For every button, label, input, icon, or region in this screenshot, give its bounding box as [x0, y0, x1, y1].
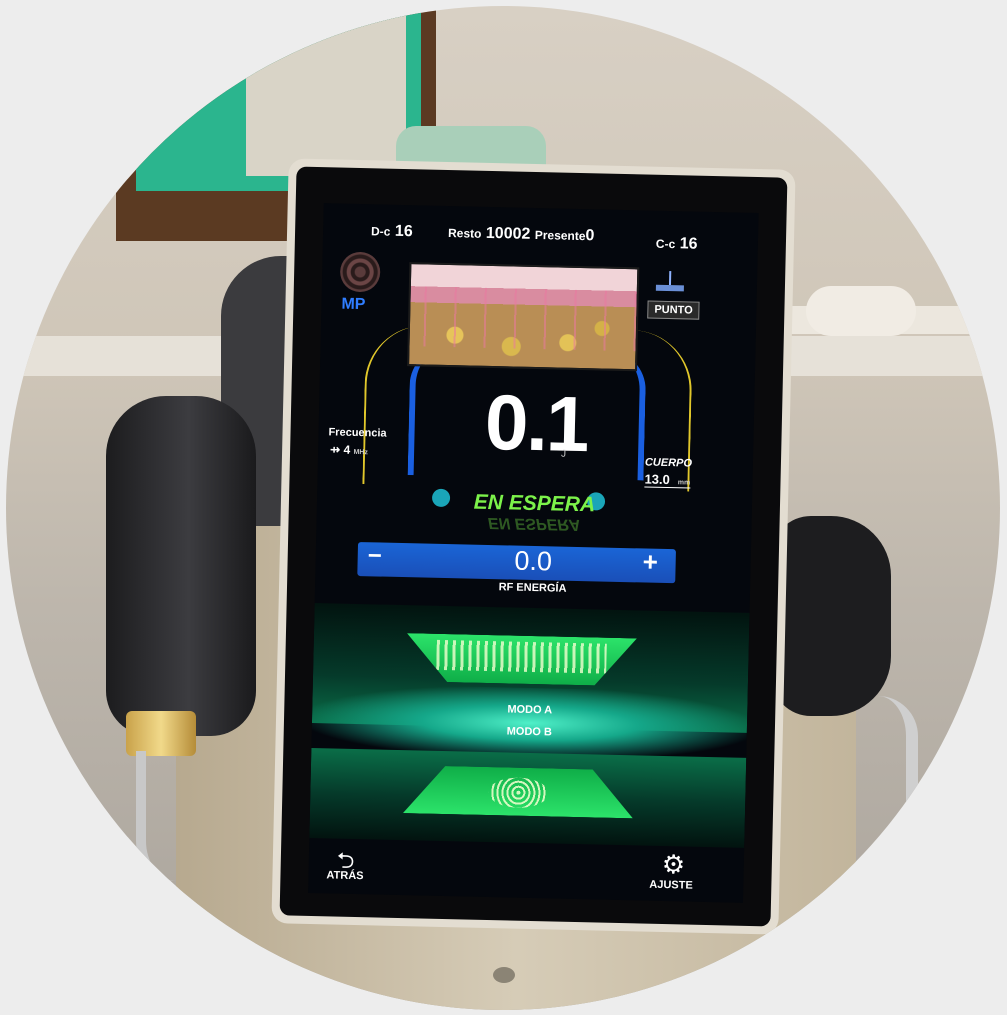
cc-counter: C-c 16	[656, 235, 698, 254]
right-cable	[866, 696, 918, 876]
presente-value: 0	[585, 227, 595, 245]
depth-unit: mm	[677, 479, 691, 487]
spiral-icon[interactable]	[339, 251, 381, 293]
settings-button[interactable]: AJUSTE	[649, 879, 693, 892]
right-handpiece	[771, 516, 891, 716]
resto-value: 10002	[485, 224, 531, 243]
depth-value: 13.0	[644, 471, 671, 488]
wall-picture-highlight	[246, 6, 406, 176]
decoration	[806, 286, 916, 336]
handpiece-tip	[126, 711, 196, 756]
presente-label: Presente	[534, 227, 586, 244]
left-cable	[136, 751, 176, 881]
resto-label: Resto	[447, 225, 482, 241]
frequency-arrow-icon: ⇸	[329, 442, 344, 457]
back-button[interactable]: ATRÁS	[326, 869, 363, 882]
dc-label: D-c	[370, 224, 391, 239]
resto-counter: Resto 10002 Presente0	[448, 224, 595, 245]
power-button[interactable]	[493, 967, 515, 983]
left-handpiece	[106, 396, 256, 736]
frequency-unit: MHz	[353, 448, 368, 457]
depth-label: CUERPO	[644, 456, 693, 470]
frequency-readout[interactable]: ⇸ 4 MHz	[330, 442, 368, 457]
cc-value: 16	[679, 235, 698, 253]
skin-layer-image	[407, 262, 640, 372]
gear-icon[interactable]: ⚙	[661, 849, 685, 881]
depth-readout[interactable]: 13.0 mm	[644, 471, 691, 489]
tablet-bezel: D-c 16 Resto 10002 Presente0 C-c 16 MP P…	[279, 166, 788, 927]
frequency-value: 4	[343, 442, 351, 457]
photo-background: D-c 16 Resto 10002 Presente0 C-c 16 MP P…	[6, 6, 1000, 1010]
tablet-device: D-c 16 Resto 10002 Presente0 C-c 16 MP P…	[271, 158, 796, 935]
mode-label[interactable]: MP	[341, 296, 365, 315]
energy-unit: J	[560, 448, 567, 460]
device-screen: D-c 16 Resto 10002 Presente0 C-c 16 MP P…	[308, 203, 759, 903]
status-bar: D-c 16 Resto 10002 Presente0 C-c 16	[323, 203, 759, 263]
dc-value: 16	[394, 222, 413, 241]
cc-label: C-c	[655, 236, 676, 252]
rf-plus-button[interactable]: +	[642, 546, 658, 577]
point-button[interactable]: PUNTO	[647, 300, 700, 320]
frequency-label: Frecuencia	[328, 426, 387, 440]
dc-counter: D-c 16	[371, 222, 413, 241]
point-icon[interactable]	[652, 271, 689, 296]
